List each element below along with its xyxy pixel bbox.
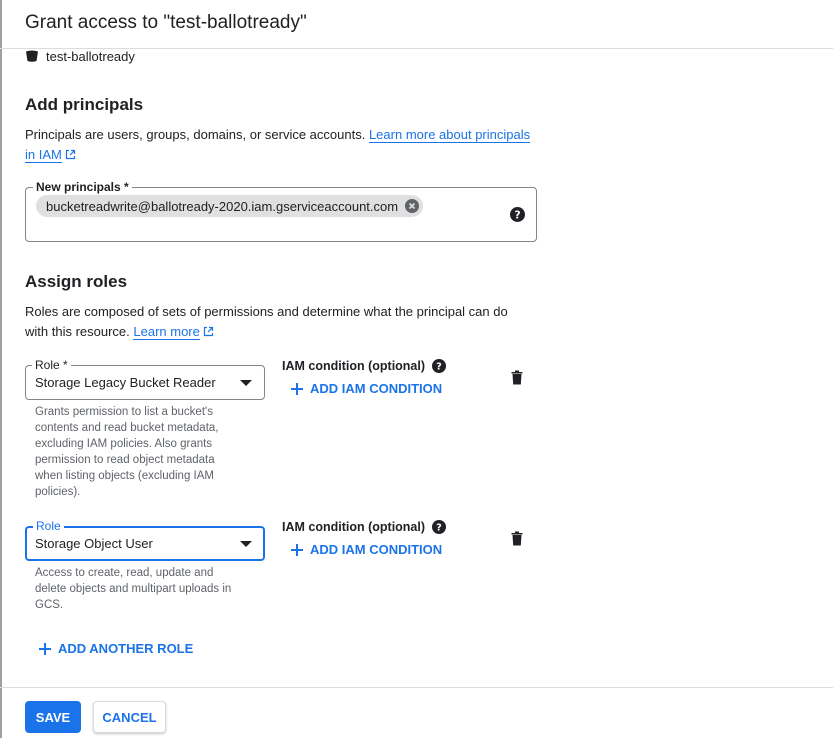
add-iam-condition-button-1[interactable]: ADD IAM CONDITION <box>291 381 442 396</box>
svg-text:?: ? <box>436 362 442 373</box>
footer-divider <box>0 687 833 688</box>
help-icon[interactable]: ? <box>432 359 447 373</box>
cancel-button[interactable]: CANCEL <box>93 701 166 733</box>
new-principals-field[interactable]: New principals * bucketreadwrite@ballotr… <box>25 180 537 242</box>
help-icon[interactable]: ? <box>432 520 447 534</box>
svg-text:?: ? <box>514 210 520 222</box>
iam-condition-label-2: IAM condition (optional) ? <box>282 520 447 534</box>
roles-description: Roles are composed of sets of permission… <box>25 302 545 342</box>
add-principals-heading: Add principals <box>25 95 144 114</box>
role-select-1[interactable]: Role * Storage Legacy Bucket Reader <box>25 358 265 400</box>
add-iam-condition-button-2[interactable]: ADD IAM CONDITION <box>291 542 442 557</box>
remove-chip-icon[interactable] <box>405 199 420 213</box>
plus-icon <box>291 382 303 395</box>
principals-description-text: Principals are users, groups, domains, o… <box>25 127 366 142</box>
iam-condition-label-1: IAM condition (optional) ? <box>282 359 447 373</box>
role-helper-2: Access to create, read, update and delet… <box>35 567 232 611</box>
resource-row: test-ballotready <box>25 48 135 64</box>
help-icon[interactable]: ? <box>510 207 525 222</box>
role-select-2[interactable]: Role Storage Object User <box>25 519 265 561</box>
plus-icon <box>39 642 51 655</box>
learn-more-principals-link[interactable]: Learn more about principals <box>368 127 531 143</box>
dropdown-caret-icon <box>240 541 252 547</box>
external-link-icon <box>65 149 75 160</box>
principals-description: Principals are users, groups, domains, o… <box>25 125 535 165</box>
role-value-1: Storage Legacy Bucket Reader <box>35 375 216 390</box>
principal-chip[interactable]: bucketreadwrite@ballotready-2020.iam.gse… <box>36 195 424 217</box>
dialog-title: Grant access to "test-ballotready" <box>25 12 307 33</box>
role-label-1: Role * <box>32 358 71 372</box>
external-link-icon <box>203 326 213 337</box>
role-label-2: Role <box>33 519 64 533</box>
learn-more-roles-link[interactable]: Learn more <box>133 324 200 340</box>
principal-chip-text: bucketreadwrite@ballotready-2020.iam.gse… <box>46 198 399 214</box>
save-button[interactable]: SAVE <box>25 701 81 733</box>
add-another-role-button[interactable]: ADD ANOTHER ROLE <box>39 641 193 656</box>
new-principals-label: New principals * <box>33 180 132 194</box>
role-helper-1: Grants permission to list a bucket's con… <box>35 406 219 498</box>
role-value-2: Storage Object User <box>35 536 153 551</box>
bucket-icon <box>26 50 38 62</box>
dropdown-caret-icon <box>240 380 252 386</box>
plus-icon <box>291 543 303 556</box>
svg-text:?: ? <box>436 523 442 534</box>
assign-roles-heading: Assign roles <box>25 272 128 291</box>
roles-description-line2: with this resource. <box>25 324 130 339</box>
trash-icon[interactable] <box>511 370 523 385</box>
roles-description-line1: Roles are composed of sets of permission… <box>25 304 508 319</box>
resource-name: test-ballotready <box>46 48 135 64</box>
trash-icon[interactable] <box>511 531 523 546</box>
left-edge-border <box>0 0 2 738</box>
learn-more-principals-link-cont[interactable]: in IAM <box>25 147 62 163</box>
